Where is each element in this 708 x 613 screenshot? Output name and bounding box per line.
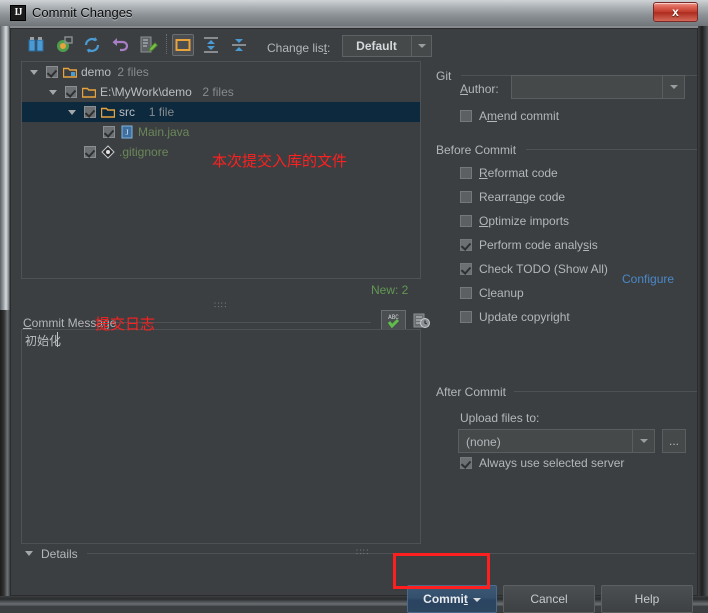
folder-icon bbox=[100, 105, 116, 119]
tree-row[interactable]: J Main.java bbox=[22, 122, 420, 142]
tree-row-label: .gitignore bbox=[119, 145, 169, 159]
edit-source-icon[interactable] bbox=[137, 34, 159, 56]
author-label: Author: bbox=[460, 82, 499, 96]
tree-row-label: src bbox=[119, 105, 135, 119]
tree-row-count: 2 files bbox=[202, 85, 234, 99]
folder-icon bbox=[81, 85, 97, 99]
tree-row[interactable]: src 1 file bbox=[22, 102, 420, 122]
rearrange-code-label: Rearrange code bbox=[479, 190, 566, 204]
window-left-bevel-lower bbox=[0, 310, 10, 606]
new-files-count: New: 2 bbox=[371, 283, 409, 297]
amend-commit-label: Amend commit bbox=[479, 109, 560, 123]
gitignore-file-icon bbox=[101, 145, 115, 159]
reformat-code-label: Reformat code bbox=[479, 166, 558, 180]
title-bar: IJ Commit Changes x bbox=[0, 0, 708, 26]
commit-message-input[interactable]: 初始化 bbox=[21, 329, 421, 544]
chevron-down-icon[interactable] bbox=[472, 597, 481, 602]
refresh-icon[interactable] bbox=[81, 34, 103, 56]
tree-twisty-icon[interactable] bbox=[49, 90, 57, 95]
tree-row-label: demo bbox=[81, 65, 112, 79]
author-field[interactable] bbox=[511, 75, 685, 99]
git-group-label: Git bbox=[436, 69, 452, 83]
window-right-bevel bbox=[698, 26, 708, 606]
always-use-server-label: Always use selected server bbox=[479, 456, 625, 470]
dialog-content: Change list: Default demo 2 files E:\MyWor… bbox=[10, 28, 698, 613]
tree-row[interactable]: demo 2 files bbox=[22, 62, 420, 82]
chevron-down-icon[interactable] bbox=[632, 430, 654, 452]
after-commit-group-label: After Commit bbox=[436, 385, 507, 399]
cleanup-label: Cleanup bbox=[479, 286, 524, 300]
upload-files-label: Upload files to: bbox=[460, 411, 540, 425]
details-label: Details bbox=[41, 547, 78, 561]
update-copyright-label: Update copyright bbox=[479, 310, 570, 324]
tree-row-checkbox[interactable] bbox=[103, 126, 115, 138]
checkbox-box bbox=[460, 457, 472, 469]
chevron-down-icon[interactable] bbox=[411, 36, 432, 56]
java-file-icon: J bbox=[120, 125, 134, 139]
configure-link[interactable]: Configure bbox=[622, 272, 674, 286]
details-splitter-grip[interactable]: ∷∷ bbox=[356, 547, 369, 558]
change-list-value: Default bbox=[356, 39, 397, 53]
show-diff-icon[interactable] bbox=[25, 34, 47, 56]
move-to-another-changelist-icon[interactable] bbox=[53, 34, 75, 56]
checkbox-box bbox=[460, 311, 472, 323]
checkbox-box bbox=[460, 167, 472, 179]
commit-button[interactable]: Commit bbox=[407, 585, 497, 613]
tree-row-checkbox[interactable] bbox=[84, 146, 96, 158]
tree-row-checkbox[interactable] bbox=[65, 86, 77, 98]
expand-all-icon[interactable] bbox=[200, 34, 222, 56]
text-caret bbox=[57, 332, 58, 347]
intellij-idea-icon: IJ bbox=[10, 5, 26, 21]
checkbox-box bbox=[460, 287, 472, 299]
help-button[interactable]: Help bbox=[601, 585, 693, 613]
details-rule bbox=[87, 553, 695, 554]
revert-icon[interactable] bbox=[109, 34, 131, 56]
changelist-folder-icon bbox=[62, 65, 78, 79]
before-commit-group-label: Before Commit bbox=[436, 143, 517, 157]
tree-row-count: 1 file bbox=[148, 105, 175, 119]
tree-row-checkbox[interactable] bbox=[84, 106, 96, 118]
perform-code-analysis-label: Perform code analysis bbox=[479, 238, 598, 252]
checkbox-box bbox=[460, 110, 472, 122]
browse-server-button[interactable]: ... bbox=[662, 429, 686, 453]
change-list-select[interactable]: Default bbox=[342, 35, 432, 57]
commit-message-value: 初始化 bbox=[25, 334, 62, 348]
checkbox-box bbox=[460, 263, 472, 275]
tree-row-count: 2 files bbox=[117, 65, 149, 79]
collapse-all-icon[interactable] bbox=[228, 34, 250, 56]
upload-target-value: (none) bbox=[466, 435, 501, 449]
tree-row-label: Main.java bbox=[138, 125, 190, 139]
annotation-files-committed: 本次提交入库的文件 bbox=[212, 152, 348, 170]
changes-toolbar: Change list: Default bbox=[11, 29, 697, 59]
after-commit-group-rule bbox=[514, 391, 697, 392]
details-expand-icon[interactable] bbox=[25, 551, 33, 556]
tree-row-checkbox[interactable] bbox=[46, 66, 58, 78]
checkbox-box bbox=[460, 215, 472, 227]
upload-target-select[interactable]: (none) bbox=[458, 429, 655, 453]
close-icon[interactable]: x bbox=[653, 2, 698, 22]
tree-row[interactable]: E:\MyWork\demo 2 files bbox=[22, 82, 420, 102]
annotation-commit-log: 提交日志 bbox=[95, 315, 156, 333]
toolbar-separator bbox=[166, 34, 168, 54]
svg-text:J: J bbox=[125, 128, 128, 137]
chevron-down-icon[interactable] bbox=[662, 76, 684, 98]
before-commit-group-rule bbox=[526, 149, 697, 150]
tree-twisty-icon[interactable] bbox=[68, 110, 76, 115]
checkbox-box bbox=[460, 239, 472, 251]
window-title: Commit Changes bbox=[32, 5, 133, 20]
cancel-button[interactable]: Cancel bbox=[503, 585, 595, 613]
checkbox-box bbox=[460, 191, 472, 203]
tree-twisty-icon[interactable] bbox=[30, 70, 38, 75]
group-by-directory-icon[interactable] bbox=[172, 34, 194, 56]
message-history-icon[interactable] bbox=[411, 311, 431, 331]
splitter-grip[interactable]: ∷∷ bbox=[214, 300, 227, 311]
optimize-imports-label: Optimize imports bbox=[479, 214, 570, 228]
tree-row-label: E:\MyWork\demo bbox=[100, 85, 192, 99]
check-todo-label: Check TODO (Show All) bbox=[479, 262, 608, 276]
commit-changes-window: IJ Commit Changes x Change list: Default… bbox=[0, 0, 708, 613]
change-list-label: Change list: bbox=[267, 41, 331, 55]
